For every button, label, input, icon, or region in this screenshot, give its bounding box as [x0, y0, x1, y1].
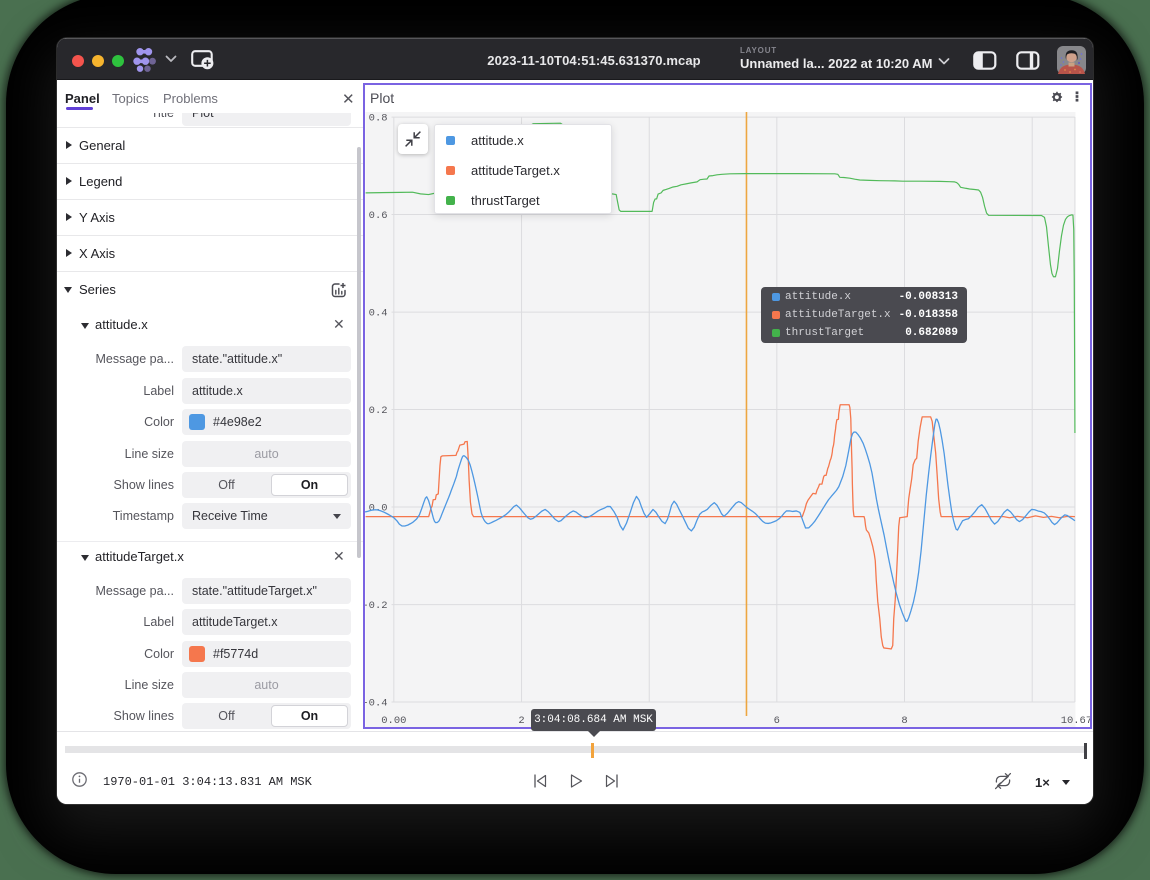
svg-text:-0.2: -0.2 — [365, 600, 388, 612]
svg-text:0.6: 0.6 — [369, 210, 388, 222]
svg-text:8: 8 — [901, 715, 907, 727]
svg-text:2: 2 — [518, 715, 524, 727]
svg-text:0.4: 0.4 — [369, 308, 388, 320]
svg-text:0.2: 0.2 — [369, 405, 388, 417]
svg-text:10.67: 10.67 — [1061, 715, 1090, 727]
svg-text:6: 6 — [774, 715, 780, 727]
svg-text:0.00: 0.00 — [381, 715, 406, 727]
svg-text:-0.4: -0.4 — [365, 698, 388, 710]
svg-text:0.8: 0.8 — [369, 113, 388, 125]
